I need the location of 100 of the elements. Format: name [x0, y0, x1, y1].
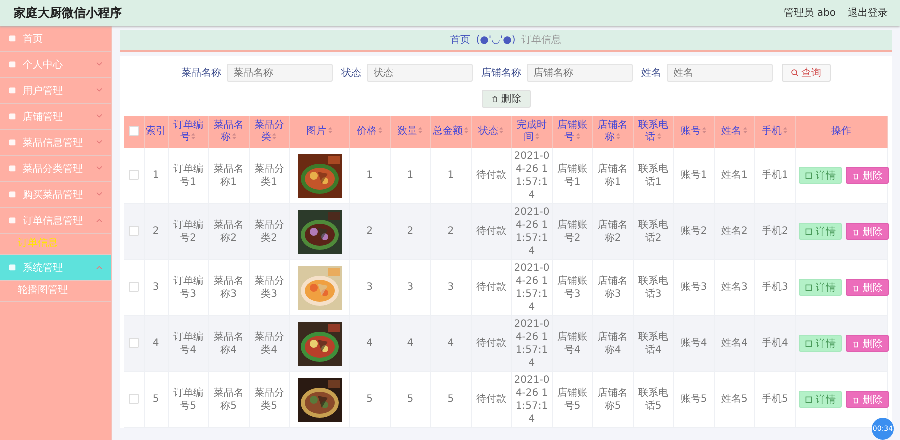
table-cell: 5 — [390, 372, 431, 428]
menu-icon — [8, 263, 17, 272]
row-checkbox[interactable] — [128, 170, 139, 180]
sort-icon[interactable] — [232, 133, 237, 140]
chevron-icon — [96, 88, 103, 93]
table-cell: 账号4 — [674, 316, 714, 372]
detail-button[interactable]: 详情 — [799, 335, 842, 352]
table-cell: 待付款 — [471, 372, 512, 428]
table-cell: 手机5 — [754, 372, 796, 428]
select-all-checkbox[interactable] — [128, 126, 139, 136]
column-header[interactable]: 联系电话 — [633, 116, 674, 148]
column-header[interactable]: 账号 — [674, 116, 714, 148]
sort-icon[interactable] — [702, 127, 708, 134]
sort-icon[interactable] — [534, 133, 540, 140]
trash-icon — [852, 172, 860, 180]
detail-button[interactable]: 详情 — [799, 167, 842, 184]
breadcrumb-separator: (●'◡'●) — [476, 34, 516, 46]
column-header[interactable]: 操作 — [796, 116, 888, 148]
table-cell: 2 — [430, 204, 472, 260]
column-header[interactable]: 图片 — [290, 116, 350, 148]
delete-button[interactable]: 删除 — [846, 279, 889, 296]
column-header[interactable]: 完成时间 — [512, 116, 552, 148]
delete-button[interactable]: 删除 — [846, 167, 889, 184]
sort-icon[interactable] — [378, 127, 383, 134]
field-label: 店铺名称 — [482, 66, 522, 80]
delete-button[interactable]: 删除 — [846, 391, 889, 408]
trash-icon — [490, 95, 498, 103]
sort-icon[interactable] — [616, 133, 622, 140]
sort-icon[interactable] — [191, 133, 196, 140]
row-checkbox[interactable] — [128, 338, 139, 348]
column-header[interactable]: 状态 — [471, 116, 512, 148]
search-button[interactable]: 查询 — [782, 64, 830, 82]
table-cell: 5 — [144, 372, 168, 428]
delete-button[interactable]: 删除 — [846, 335, 889, 352]
sort-icon[interactable] — [272, 133, 278, 140]
search-field[interactable]: 店铺名称 — [526, 64, 632, 82]
table-cell: 2021-04-26 11:57:14 — [512, 204, 552, 260]
sort-icon[interactable] — [464, 127, 469, 134]
table-cell: 菜品分类4 — [249, 316, 290, 372]
square-icon — [805, 284, 813, 292]
table-cell: 2 — [144, 204, 168, 260]
square-icon — [805, 172, 813, 180]
table-cell: 4 — [350, 316, 390, 372]
table-cell: 菜品名称5 — [208, 372, 250, 428]
table-cell: 店铺名称4 — [592, 316, 634, 372]
table-cell: 店铺名称5 — [592, 372, 634, 428]
table-cell: 店铺名称2 — [592, 204, 634, 260]
table-cell: 订单编号2 — [168, 204, 209, 260]
table-cell: 订单编号5 — [168, 372, 209, 428]
sort-icon[interactable] — [418, 127, 424, 134]
menu-icon — [8, 138, 17, 147]
table-cell: 店铺账号4 — [552, 316, 593, 372]
table-cell: 4 — [430, 316, 472, 372]
square-icon — [805, 340, 813, 348]
column-header[interactable]: 手机 — [754, 116, 796, 148]
table-cell: 账号5 — [674, 372, 714, 428]
column-header[interactable]: 数量 — [390, 116, 431, 148]
table-cell: 2 — [390, 204, 431, 260]
sort-icon[interactable] — [576, 133, 581, 140]
column-header[interactable]: 姓名 — [714, 116, 755, 148]
chevron-icon — [96, 62, 103, 67]
search-field[interactable]: 状态 — [366, 64, 472, 82]
table-cell: 待付款 — [471, 316, 512, 372]
column-header[interactable]: 菜品名称 — [208, 116, 250, 148]
row-checkbox[interactable] — [128, 394, 139, 404]
column-header[interactable]: 价格 — [350, 116, 390, 148]
trash-icon — [852, 396, 860, 404]
chevron-icon — [96, 140, 103, 145]
chevron-icon — [96, 114, 103, 119]
sort-icon[interactable] — [499, 127, 504, 134]
sort-icon[interactable] — [328, 127, 333, 134]
search-field[interactable]: 菜品名称 — [226, 64, 332, 82]
column-header[interactable]: 店铺名称 — [592, 116, 634, 148]
table-cell: 菜品名称2 — [208, 204, 250, 260]
square-icon — [805, 396, 813, 404]
row-checkbox[interactable] — [128, 282, 139, 292]
search-field[interactable]: 姓名 — [666, 64, 772, 82]
row-checkbox[interactable] — [128, 226, 139, 236]
breadcrumb-link[interactable]: 首页 — [450, 33, 470, 47]
column-header[interactable]: 菜品分类 — [249, 116, 290, 148]
table-cell: 订单编号4 — [168, 316, 209, 372]
column-header[interactable]: 订单编号 — [168, 116, 209, 148]
column-header[interactable]: 索引 — [144, 116, 168, 148]
detail-button[interactable]: 详情 — [799, 223, 842, 240]
app-title: 家庭大厨微信小程序 — [14, 4, 122, 22]
table-cell: 4 — [390, 316, 431, 372]
chevron-icon — [96, 166, 103, 171]
delete-button[interactable]: 删除 — [846, 223, 889, 240]
sort-icon[interactable] — [656, 133, 662, 140]
detail-button[interactable]: 详情 — [799, 279, 842, 296]
detail-button[interactable]: 详情 — [799, 391, 842, 408]
delete-button[interactable]: 删除 — [482, 90, 530, 108]
sort-icon[interactable] — [783, 127, 788, 134]
breadcrumb-current: 订单信息 — [522, 34, 562, 47]
square-icon — [805, 228, 813, 236]
column-header[interactable]: 店铺账号 — [552, 116, 593, 148]
table-cell: 账号2 — [674, 204, 714, 260]
sort-icon[interactable] — [742, 127, 748, 134]
column-header[interactable]: 总金额 — [430, 116, 472, 148]
logout-link[interactable]: 退出登录 — [848, 6, 888, 20]
